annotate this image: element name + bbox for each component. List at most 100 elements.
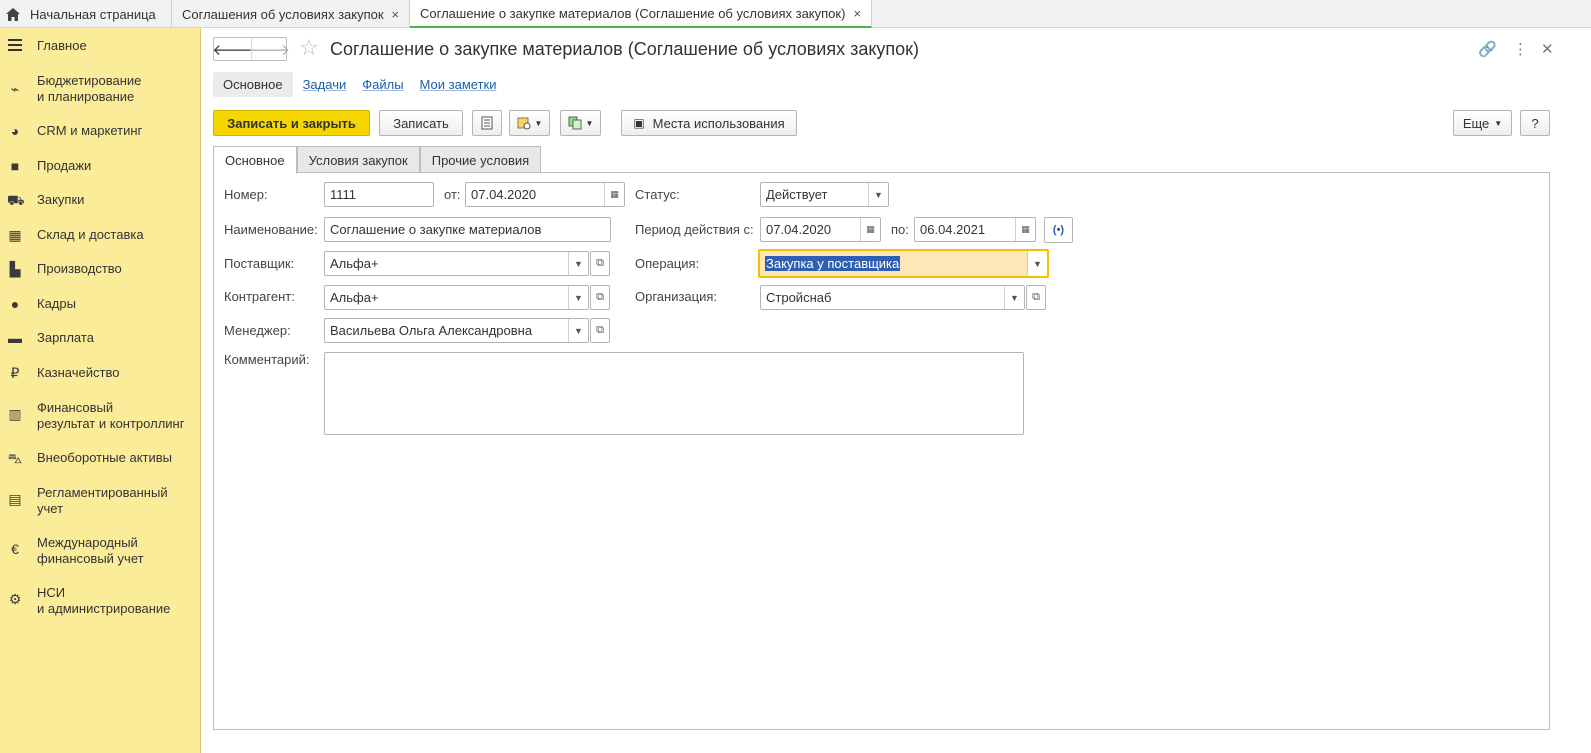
dropdown-icon[interactable]: ▼ [568, 252, 588, 275]
sidebar-item-label: Казначейство [37, 365, 120, 380]
supplier-field[interactable]: Альфа+ ▼ [324, 251, 589, 276]
counterparty-field[interactable]: Альфа+ ▼ [324, 285, 589, 310]
org-label: Организация: [635, 289, 718, 304]
manager-field[interactable]: Васильева Ольга Александровна ▼ [324, 318, 589, 343]
factory-icon: ▙ [9, 261, 21, 277]
sidebar-item-label: НСИ и администрирование [37, 585, 171, 616]
sidebar: Главное ⌁ Бюджетирование и планирование … [0, 28, 201, 753]
tab-home-label: Начальная страница [30, 6, 156, 22]
usage-places-label: Места использования [652, 115, 785, 131]
save-close-button[interactable]: Записать и закрыть [213, 110, 370, 136]
sidebar-item-label: Продажи [37, 158, 92, 173]
gear-icon: ⚙ [8, 591, 22, 607]
more-vertical-icon[interactable]: ⋮ [1513, 40, 1528, 58]
ruble-icon: ₽ [10, 365, 20, 381]
sidebar-item-label: CRM и маркетинг [37, 123, 143, 138]
dropdown-icon: ▼ [534, 118, 543, 128]
period-label: Период действия с: [635, 222, 754, 237]
forward-arrow-icon[interactable]: 🡒 [250, 38, 290, 60]
subtab-notes[interactable]: Мои заметки [420, 77, 497, 92]
close-icon[interactable]: ✕ [1541, 40, 1554, 58]
main-area: 🡐 🡒 ☆ Соглашение о закупке материалов (С… [212, 28, 1591, 753]
close-icon[interactable]: × [392, 7, 400, 22]
help-button[interactable]: ? [1520, 110, 1550, 136]
counterparty-label: Контрагент: [224, 289, 295, 304]
tab-home[interactable]: Начальная страница [0, 0, 172, 28]
status-value: Действует [766, 187, 828, 202]
manager-label: Менеджер: [224, 323, 291, 338]
name-label: Наименование: [224, 222, 318, 237]
tab-agreements-list[interactable]: Соглашения об условиях закупок × [172, 0, 410, 28]
form-tabs: Основное Условия закупок Прочие условия [213, 146, 542, 174]
dropdown-icon: ▼ [585, 118, 594, 128]
euro-icon: € [11, 541, 19, 557]
budget-icon: ⌁ [10, 81, 20, 97]
chart-icon: ▥ [8, 406, 22, 422]
pie-icon: ◕ [10, 123, 20, 139]
sidebar-item-label: Закупки [37, 192, 85, 207]
operation-select[interactable]: Закупка у поставщика ▼ [758, 249, 1049, 278]
dropdown-icon[interactable]: ▼ [868, 183, 888, 206]
sidebar-item-label: Зарплата [37, 330, 94, 345]
status-select[interactable]: Действует ▼ [760, 182, 889, 207]
calendar-icon[interactable]: ▦ [860, 218, 880, 241]
subtabs: Основное Задачи Файлы Мои заметки [213, 71, 512, 97]
bag-icon: ■ [10, 158, 20, 174]
sidebar-item-label: Бюджетирование и планирование [37, 73, 142, 104]
comment-field[interactable] [324, 352, 1024, 435]
subtab-main[interactable]: Основное [213, 71, 293, 97]
close-icon[interactable]: × [853, 6, 861, 21]
period-from-field[interactable]: 07.04.2020 ▦ [760, 217, 881, 242]
tab-main[interactable]: Основное [213, 146, 297, 174]
home-icon [6, 7, 20, 21]
warehouse-icon: ▦ [8, 227, 22, 243]
supplier-value: Альфа+ [330, 256, 379, 271]
supplier-label: Поставщик: [224, 256, 295, 271]
create-based-on-button[interactable]: ▼ [509, 110, 550, 136]
org-field[interactable]: Стройснаб ▼ [760, 285, 1025, 310]
name-field[interactable]: Соглашение о закупке материалов [324, 217, 611, 242]
sidebar-item-label: Главное [37, 38, 87, 53]
dropdown-icon[interactable]: ▼ [1004, 286, 1024, 309]
sidebar-item-label: Кадры [37, 296, 76, 311]
tab-agreements-list-label: Соглашения об условиях закупок [182, 6, 384, 22]
sidebar-item-label: Склад и доставка [37, 227, 144, 242]
calendar-icon[interactable]: ▦ [1015, 218, 1035, 241]
person-icon: ● [10, 296, 20, 312]
date-value: 07.04.2020 [471, 187, 537, 202]
operation-label: Операция: [635, 256, 700, 271]
star-icon[interactable]: ☆ [299, 36, 319, 60]
usage-places-button[interactable]: ▣ Места использования [621, 110, 797, 136]
dropdown-icon[interactable]: ▼ [1027, 251, 1047, 276]
period-select-icon[interactable]: (•) [1044, 217, 1073, 243]
document-list-icon[interactable] [472, 110, 502, 136]
sidebar-item-label: Международный финансовый учет [37, 535, 144, 566]
dropdown-icon[interactable]: ▼ [568, 319, 588, 342]
open-icon[interactable]: ⧉ [1026, 285, 1046, 310]
open-icon[interactable]: ⧉ [590, 251, 610, 276]
dropdown-icon[interactable]: ▼ [568, 286, 588, 309]
sidebar-item-label: Внеоборотные активы [37, 450, 173, 465]
calendar-icon[interactable]: ▦ [604, 183, 624, 206]
menu-icon [7, 38, 23, 54]
related-docs-button[interactable]: ▼ [560, 110, 601, 136]
more-button[interactable]: Еще ▼ [1453, 110, 1512, 136]
status-label: Статус: [635, 187, 680, 202]
dropdown-icon: ▼ [1494, 118, 1503, 128]
tab-purchase-terms[interactable]: Условия закупок [296, 146, 420, 173]
calculator-icon: ▤ [8, 491, 22, 507]
tab-current-agreement[interactable]: Соглашение о закупке материалов (Соглаше… [410, 0, 872, 28]
number-label: Номер: [224, 187, 268, 202]
link-icon[interactable]: 🔗 [1478, 40, 1497, 58]
tab-other-terms[interactable]: Прочие условия [419, 146, 542, 173]
period-to-field[interactable]: 06.04.2021 ▦ [914, 217, 1036, 242]
open-icon[interactable]: ⧉ [590, 318, 610, 343]
save-button[interactable]: Записать [379, 110, 463, 136]
period-to-label: по: [891, 222, 909, 237]
number-field[interactable]: 1111 [324, 182, 434, 207]
subtab-files[interactable]: Файлы [362, 77, 403, 92]
date-field[interactable]: 07.04.2020 ▦ [465, 182, 625, 207]
back-arrow-icon[interactable]: 🡐 [212, 38, 252, 60]
subtab-tasks[interactable]: Задачи [303, 77, 347, 92]
open-icon[interactable]: ⧉ [590, 285, 610, 310]
